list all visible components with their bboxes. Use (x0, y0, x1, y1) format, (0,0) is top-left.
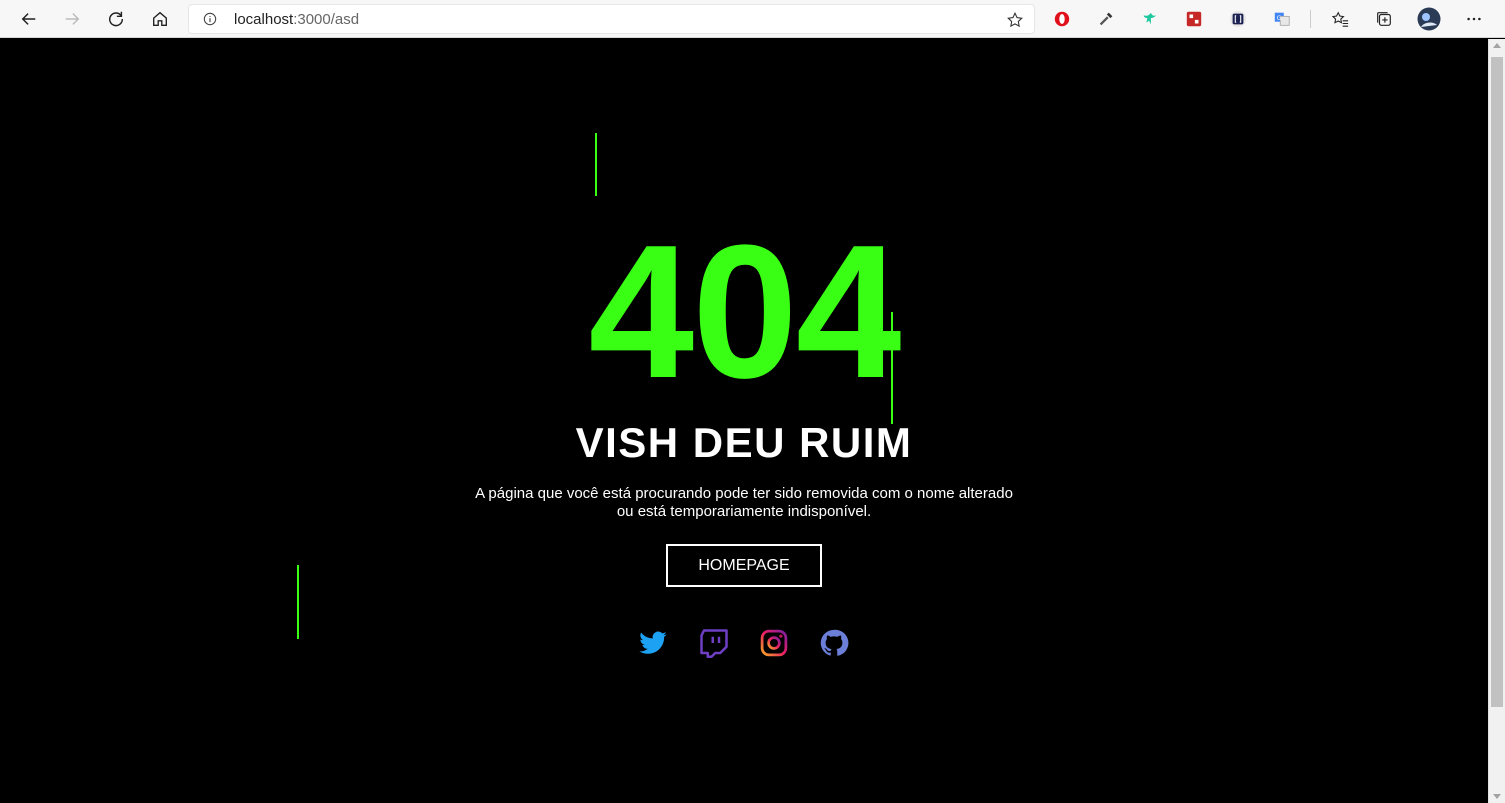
twitch-icon (700, 629, 728, 658)
svg-text:G: G (1277, 15, 1282, 22)
scroll-up-arrow[interactable] (1493, 43, 1501, 48)
bird-extension[interactable] (1140, 9, 1160, 29)
more-button[interactable] (1464, 9, 1484, 29)
forward-button[interactable] (57, 4, 87, 34)
error-description: A página que você está procurando pode t… (475, 485, 1013, 520)
extension-bird-icon (1143, 12, 1157, 25)
page-viewport: 404 VISH DEU RUIM A página que você está… (0, 39, 1488, 803)
homepage-button[interactable]: HOMEPAGE (666, 544, 822, 587)
error-code: 404 (588, 206, 901, 418)
home-icon (153, 11, 167, 26)
extension-red-icon (1186, 11, 1202, 27)
opera-icon (1054, 11, 1070, 27)
scroll-thumb[interactable] (1491, 57, 1503, 707)
refresh-button[interactable] (101, 4, 131, 34)
toolbar-separator (1310, 10, 1311, 28)
twitter-link[interactable] (637, 627, 669, 659)
extension-bracket-icon (1229, 10, 1247, 28)
favorites-icon (1331, 11, 1349, 27)
error-headline: VISH DEU RUIM (575, 419, 913, 466)
instagram-link[interactable] (758, 627, 790, 659)
eyedropper-icon (1099, 12, 1113, 26)
browser-toolbar: localhost:3000/asd G (0, 0, 1505, 38)
url-host: localhost (234, 11, 294, 28)
profile-button[interactable] (1417, 7, 1441, 31)
matrix-rain-line (297, 565, 299, 639)
favorites-button[interactable] (1330, 9, 1350, 29)
url-text[interactable]: localhost:3000/asd (234, 11, 359, 28)
forward-icon (65, 13, 80, 25)
eyedropper-extension[interactable] (1096, 9, 1116, 29)
github-icon (820, 629, 849, 656)
twitter-icon (639, 631, 667, 654)
instagram-icon (760, 629, 788, 657)
back-button[interactable] (14, 4, 44, 34)
translate-icon: G (1274, 12, 1290, 26)
red-extension[interactable] (1184, 9, 1204, 29)
scroll-down-arrow[interactable] (1493, 794, 1501, 799)
more-icon (1467, 17, 1481, 21)
profile-avatar (1417, 7, 1441, 31)
matrix-rain-line (595, 133, 597, 196)
star-icon[interactable] (1006, 11, 1024, 29)
github-link[interactable] (818, 627, 850, 659)
collections-icon (1377, 12, 1391, 26)
opera-extension[interactable] (1052, 9, 1072, 29)
bracket-extension[interactable] (1228, 9, 1248, 29)
collections-button[interactable] (1374, 9, 1394, 29)
translate-extension[interactable]: G (1272, 9, 1292, 29)
back-icon (21, 13, 36, 25)
twitch-link[interactable] (698, 627, 730, 659)
refresh-icon (108, 11, 124, 27)
info-icon[interactable] (203, 12, 217, 26)
address-bar[interactable]: localhost:3000/asd (188, 4, 1035, 34)
url-path: :3000/asd (293, 11, 360, 28)
vertical-scrollbar[interactable] (1488, 39, 1505, 803)
home-button[interactable] (145, 4, 175, 34)
